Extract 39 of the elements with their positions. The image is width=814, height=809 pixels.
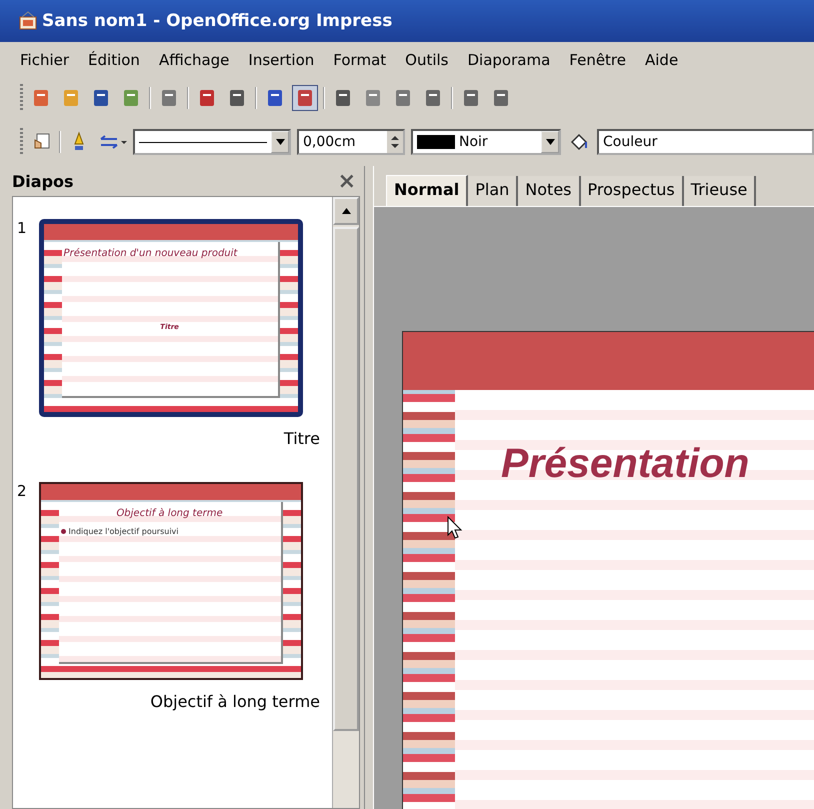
menu-item[interactable]: Édition <box>88 51 140 69</box>
caret-icon <box>546 139 554 145</box>
app-icon <box>18 11 38 31</box>
splitter-handle[interactable] <box>364 166 374 809</box>
menu-item[interactable]: Affichage <box>158 51 230 69</box>
thumbnail-bullet: Indiquez l'objectif poursuivi <box>68 527 178 536</box>
line-color-dropdown[interactable]: Noir <box>411 129 561 155</box>
view-tab[interactable]: Normal <box>386 175 468 206</box>
slide-number: 2 <box>17 482 27 502</box>
view-tab[interactable]: Prospectus <box>580 176 684 206</box>
menu-item[interactable]: Diaporama <box>468 51 550 69</box>
caret-icon <box>276 139 284 145</box>
line-style-dropdown[interactable] <box>133 129 291 155</box>
scroll-up-icon[interactable] <box>342 208 350 214</box>
slide-thumbnail[interactable]: Objectif à long terme Indiquez l'objectif poursuivi <box>38 482 303 680</box>
menu-item[interactable]: Fenêtre <box>569 51 626 69</box>
close-button[interactable]: × <box>338 168 356 194</box>
menu-item[interactable]: Insertion <box>248 51 314 69</box>
slide-title: Présentation <box>501 440 750 486</box>
spin-icon <box>391 135 399 149</box>
slide-number: 1 <box>17 219 27 239</box>
menu-item[interactable]: Aide <box>645 51 678 69</box>
view-tab[interactable]: Notes <box>518 176 580 206</box>
bullet-icon <box>60 529 66 534</box>
mouse-cursor-icon <box>447 516 463 540</box>
window-title: Sans nom1 - OpenOffice.org Impress <box>42 11 392 31</box>
view-tab[interactable]: Trieuse <box>684 176 756 206</box>
thumbnail-title: Présentation d'un nouveau produit <box>64 248 238 259</box>
slide-label: Titre <box>284 429 320 448</box>
line-width-field[interactable]: 0,00cm <box>297 129 405 155</box>
menu-item[interactable]: Fichier <box>20 51 70 69</box>
slide-label: Objectif à long terme <box>150 692 320 711</box>
scrollbar[interactable] <box>332 197 359 808</box>
view-tab[interactable]: Plan <box>468 176 518 206</box>
menu-item[interactable]: Format <box>333 51 386 69</box>
menu-item[interactable]: Outils <box>405 51 448 69</box>
thumbnail-title: Objectif à long terme <box>116 508 223 519</box>
panel-title: Diapos <box>12 172 74 190</box>
fill-dropdown[interactable]: Couleur <box>597 129 814 155</box>
